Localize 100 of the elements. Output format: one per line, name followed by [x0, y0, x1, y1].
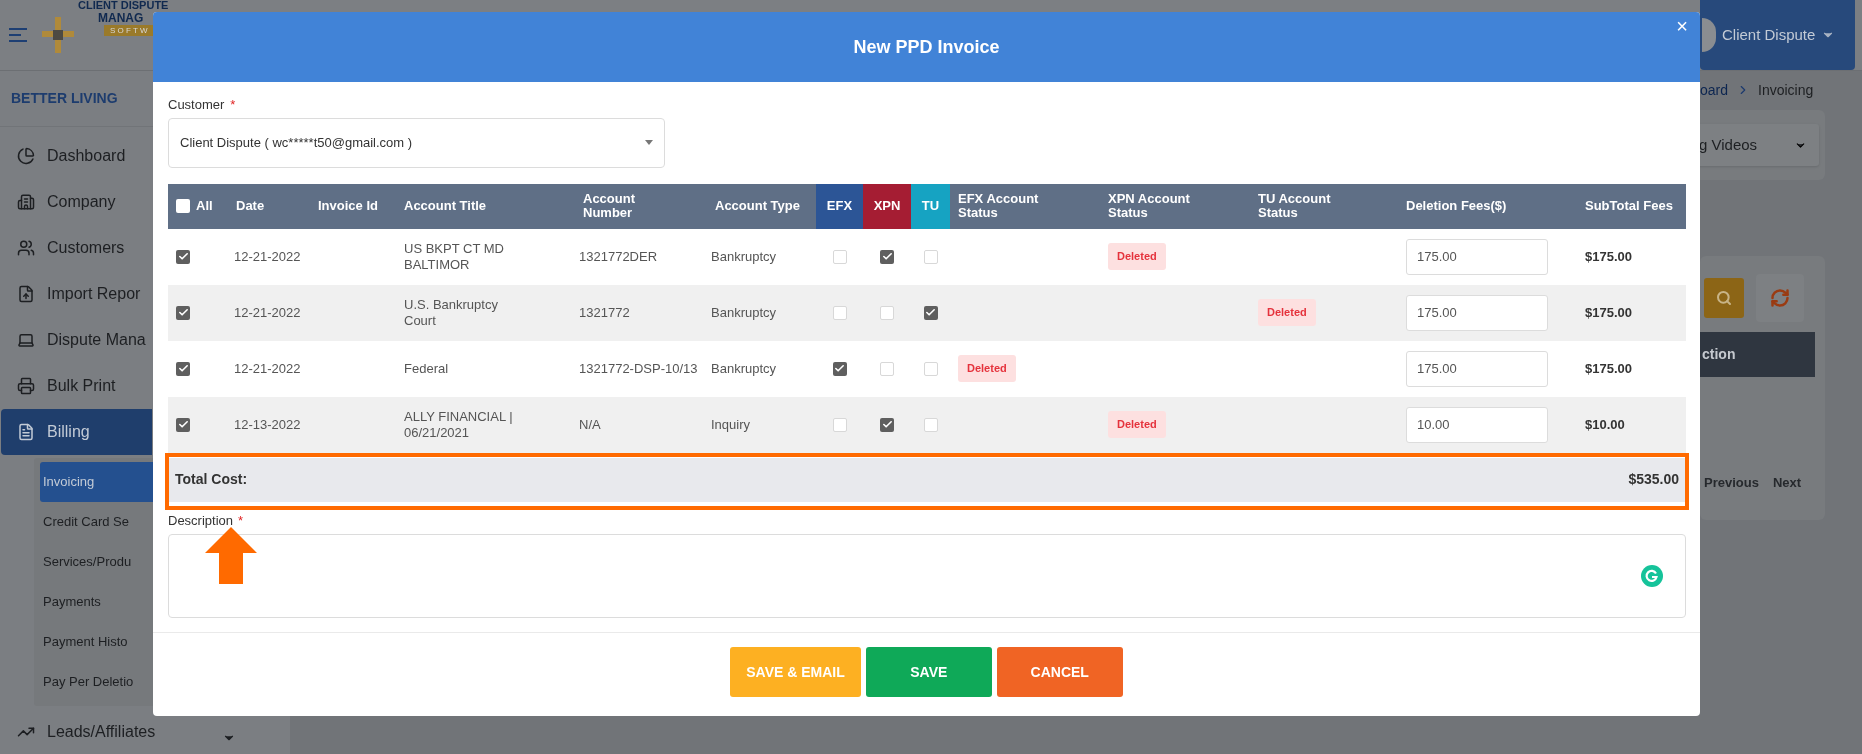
status-badge: Deleted [958, 355, 1016, 382]
table-cell-text: Bankruptcy [711, 303, 777, 322]
nav-item[interactable]: Import Repor [1, 271, 152, 317]
table-cell-text: $10.00 [1585, 415, 1625, 434]
table-cell-text: 12-21-2022 [234, 247, 301, 266]
fee-input[interactable]: 175.00 [1406, 350, 1548, 387]
menu-icon[interactable] [8, 27, 28, 43]
fee-input[interactable]: 175.00 [1406, 238, 1548, 275]
table-cell-text: Bankruptcy [711, 247, 777, 266]
avatar [1702, 18, 1716, 52]
column-header: Account Number [583, 192, 636, 220]
total-value: $535.00 [1628, 470, 1679, 489]
required-mark: * [238, 511, 244, 530]
column-header: TU [911, 183, 950, 229]
submenu-item[interactable]: Invoicing [40, 462, 153, 502]
grammar-icon [1641, 565, 1663, 587]
checkbox[interactable] [176, 249, 190, 264]
table-cell-text: 1321772DER [579, 247, 658, 266]
status-badge: Deleted [1108, 411, 1166, 438]
table-cell-text: US BKPT CT MD BALTIMOR [404, 240, 505, 273]
nav-item[interactable]: Bulk Print [1, 363, 152, 409]
submenu-item[interactable]: Credit Card Se [40, 502, 153, 542]
close-button[interactable]: × [1672, 16, 1692, 36]
nav-item[interactable]: Company [1, 179, 152, 225]
checkbox[interactable] [176, 305, 190, 320]
modal-title: New PPD Invoice [853, 35, 1000, 59]
action-button[interactable]: CANCEL [996, 647, 1123, 697]
fee-input[interactable]: 175.00 [1406, 294, 1548, 331]
checkbox[interactable] [832, 305, 847, 320]
submenu-item[interactable]: Pay Per Deletio [40, 662, 153, 702]
nav-item[interactable]: Customers [1, 225, 152, 271]
logo-text: CLIENT DISPUTE [78, 0, 170, 11]
table-cell-text: $175.00 [1585, 247, 1632, 266]
search-button[interactable] [1704, 278, 1744, 318]
table-cell-text: 1321772 [579, 303, 630, 322]
status-badge: Deleted [1258, 299, 1316, 326]
required-mark: * [230, 96, 236, 114]
table-cell-text: $175.00 [1585, 303, 1632, 322]
nav-icon [17, 423, 35, 441]
column-header: All [196, 199, 213, 213]
organization-name: BETTER LIVING [11, 89, 118, 108]
column-header: TU Account Status [1258, 192, 1332, 220]
table-cell-text: 12-21-2022 [234, 303, 301, 322]
total-label: Total Cost: [175, 470, 248, 489]
checkbox[interactable] [923, 361, 938, 376]
checkbox[interactable] [880, 305, 894, 320]
table-header: ction [1700, 332, 1815, 377]
submenu-item[interactable]: Payments [40, 582, 153, 622]
table-cell-text: Inquiry [711, 415, 751, 434]
checkbox[interactable] [923, 249, 938, 264]
checkbox[interactable] [923, 417, 938, 432]
table-cell-text: 12-13-2022 [234, 415, 301, 434]
column-header: EFX Account Status [958, 192, 1040, 220]
table-cell-text: Bankruptcy [711, 359, 777, 378]
table-cell-text: Federal [404, 360, 450, 377]
checkbox[interactable] [832, 249, 847, 264]
nav-item[interactable]: Dashboard [1, 133, 152, 179]
field-label: Customer [168, 96, 225, 114]
checkbox[interactable] [832, 361, 847, 376]
nav-icon [17, 285, 35, 303]
caret-icon [645, 140, 653, 145]
refresh-icon [1770, 288, 1790, 308]
submenu-item[interactable]: Services/Produ [40, 542, 153, 582]
nav-item[interactable]: Billing [1, 409, 152, 455]
nav-icon [17, 147, 35, 165]
checkbox[interactable] [176, 361, 190, 376]
search-icon [1716, 290, 1732, 306]
submenu-item[interactable]: Payment Histo [40, 622, 153, 662]
checkbox[interactable] [880, 249, 894, 264]
nav-icon [17, 239, 35, 257]
action-button[interactable]: SAVE [865, 647, 992, 697]
logo-text: MANAG [98, 12, 145, 25]
status-badge: Deleted [1108, 243, 1166, 270]
table-cell-text: 1321772-DSP-10/13 [579, 359, 698, 378]
refresh-button[interactable] [1756, 274, 1804, 322]
checkbox[interactable] [832, 417, 847, 432]
checkbox[interactable] [880, 417, 894, 432]
nav-item[interactable]: Dispute Mana [1, 317, 152, 363]
table-cell-text: ALLY FINANCIAL | 06/21/2021 [404, 408, 514, 441]
nav-icon [17, 193, 35, 211]
table-cell-text: N/A [579, 415, 601, 434]
checkbox[interactable] [923, 305, 938, 320]
breadcrumb-current: Invoicing [1758, 80, 1814, 100]
arrow-icon [205, 527, 257, 584]
field-label: Description [168, 511, 234, 530]
checkbox[interactable] [880, 361, 894, 376]
column-header: Account Title [404, 199, 487, 213]
column-header: XPN Account Status [1108, 192, 1191, 220]
customer-select[interactable]: Client Dispute ( wc*****t50@gmail.com ) [168, 117, 665, 168]
checkbox[interactable] [176, 417, 190, 432]
fee-input[interactable]: 10.00 [1406, 406, 1548, 443]
column-header: SubTotal Fees [1585, 199, 1673, 213]
nav-icon [17, 331, 35, 349]
pagination-link[interactable]: Previous [1704, 473, 1759, 493]
checkbox[interactable] [176, 199, 190, 213]
pagination-link[interactable]: Next [1772, 473, 1802, 493]
description-field[interactable] [168, 534, 1686, 618]
user-menu[interactable]: Client Dispute [1700, 0, 1855, 70]
column-header: EFX [816, 183, 863, 229]
breadcrumb-link[interactable]: oard [1700, 79, 1729, 101]
